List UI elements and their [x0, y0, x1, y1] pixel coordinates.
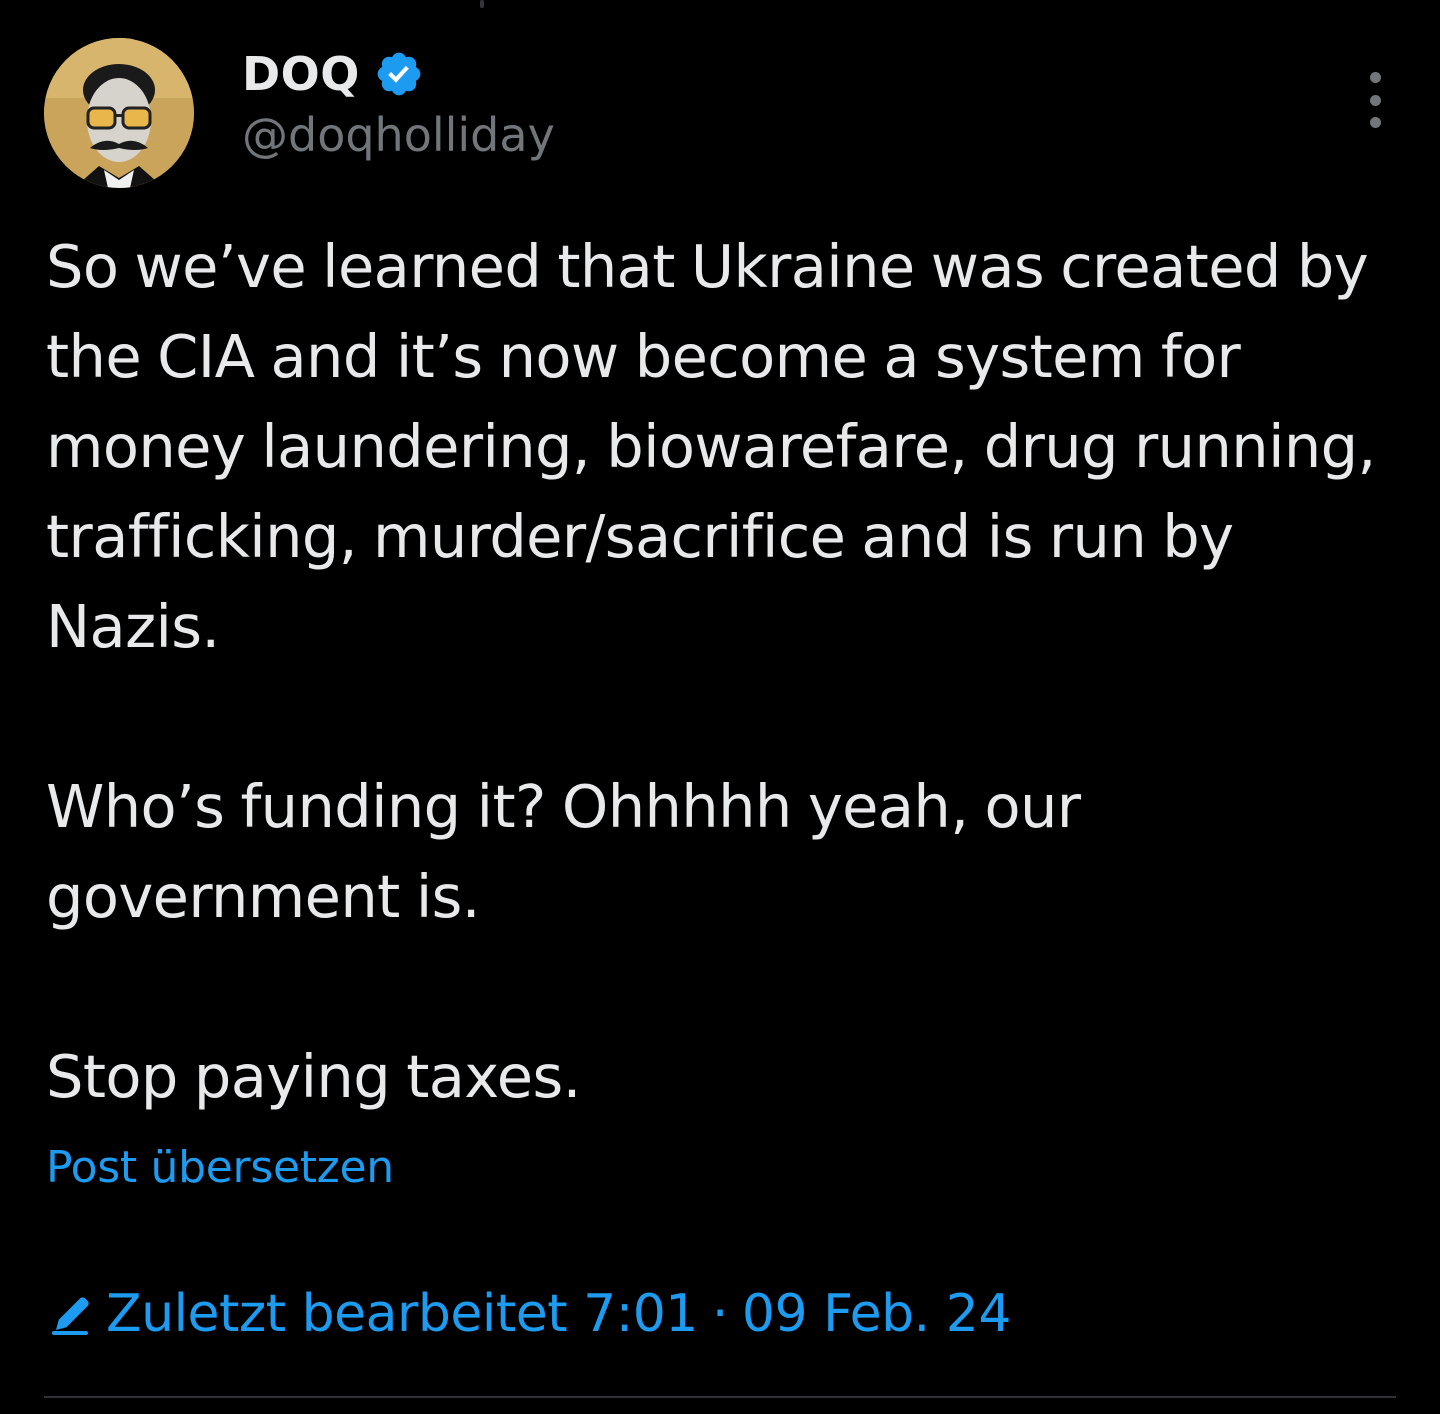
- thread-connector-line: [480, 0, 484, 8]
- display-name-row: DOQ: [242, 44, 555, 104]
- tweet-header: DOQ @doqholliday: [44, 38, 1396, 188]
- more-dot: [1369, 117, 1381, 128]
- more-dot: [1369, 94, 1381, 106]
- avatar-image: [44, 38, 194, 188]
- edited-date: 09 Feb. 24: [741, 1284, 1012, 1344]
- translate-post-link[interactable]: Post übersetzen: [46, 1142, 394, 1193]
- display-name[interactable]: DOQ: [242, 47, 360, 101]
- verified-badge-icon[interactable]: [374, 49, 424, 99]
- more-dot: [1369, 72, 1381, 83]
- divider: [44, 1396, 1396, 1398]
- pencil-edit-icon: [46, 1290, 94, 1338]
- author-names: DOQ @doqholliday: [242, 44, 555, 162]
- edit-history-link[interactable]: Zuletzt bearbeitet 7:01 · 09 Feb. 24: [46, 1284, 1011, 1344]
- tweet-text: So we’ve learned that Ukraine was create…: [46, 232, 1376, 1111]
- more-vertical-icon[interactable]: [1360, 72, 1390, 128]
- edited-label: Zuletzt bearbeitet 7:01: [106, 1284, 698, 1344]
- avatar[interactable]: [44, 38, 194, 188]
- separator-dot: ·: [711, 1284, 729, 1344]
- author-handle[interactable]: @doqholliday: [242, 108, 555, 162]
